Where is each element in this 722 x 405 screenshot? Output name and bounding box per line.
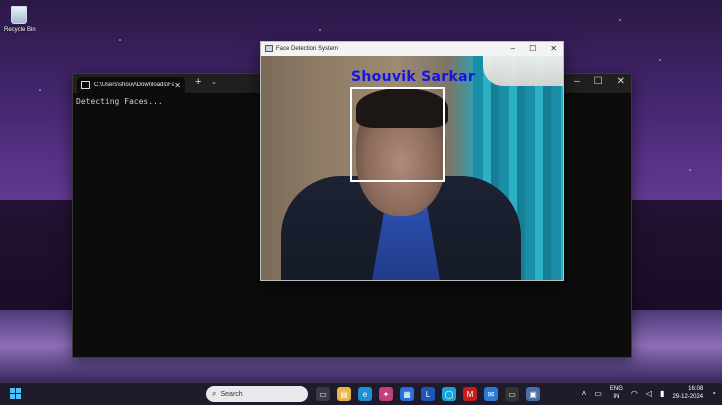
face-bounding-box — [350, 87, 445, 182]
battery-icon[interactable]: ▮ — [660, 389, 664, 398]
recycle-bin-icon — [11, 6, 27, 24]
recycle-bin-label: Recycle Bin — [4, 27, 36, 33]
region-code: IN — [613, 394, 620, 400]
copilot-icon[interactable]: ✦ — [379, 387, 393, 401]
l-app-icon[interactable]: L — [421, 387, 435, 401]
notification-icon[interactable]: ◔ — [711, 389, 716, 398]
tray-app-icon[interactable]: ▭ — [594, 389, 602, 398]
maximize-button[interactable]: ☐ — [529, 42, 536, 55]
app-icon — [265, 45, 273, 52]
taskbar: ⌕ Search ▭ ▤ e ✦ ▦ L ◯ M ✉ ▭ ▣ ˄ ▭ ENG I… — [0, 382, 722, 405]
task-view-icon[interactable]: ▭ — [316, 387, 330, 401]
window-title: Face Detection System — [276, 45, 339, 52]
camera-feed: Shouvik Sarkar — [261, 56, 563, 280]
terminal-tab[interactable]: C:\Users\shouv\Downloads\Fa ✕ — [77, 77, 185, 93]
terminal-icon — [81, 81, 90, 89]
close-button[interactable]: ✕ — [550, 42, 557, 55]
language-indicator[interactable]: ENG IN — [610, 385, 623, 401]
close-button[interactable]: ✕ — [617, 76, 625, 87]
taskbar-search[interactable]: ⌕ Search — [206, 386, 308, 402]
edge-icon[interactable]: e — [358, 387, 372, 401]
desktop-icon-recycle-bin[interactable]: Recycle Bin — [4, 6, 36, 33]
face-name-label: Shouvik Sarkar — [351, 69, 476, 85]
maximize-button[interactable]: ☐ — [594, 76, 603, 87]
terminal-tab-title: C:\Users\shouv\Downloads\Fa — [94, 82, 175, 88]
search-placeholder: Search — [220, 390, 243, 398]
face-detection-window[interactable]: Face Detection System – ☐ ✕ Shouvik Sark… — [260, 41, 564, 281]
face-detection-taskbar-icon[interactable]: ▣ — [526, 387, 540, 401]
alexa-icon[interactable]: ◯ — [442, 387, 456, 401]
terminal-taskbar-icon[interactable]: ▭ — [505, 387, 519, 401]
clock-date: 29-12-2024 — [672, 394, 704, 400]
window-titlebar[interactable]: Face Detection System – ☐ ✕ — [261, 42, 563, 55]
close-tab-icon[interactable]: ✕ — [174, 81, 181, 90]
language-code: ENG — [609, 386, 623, 392]
background-curtain-top — [483, 56, 563, 86]
outlook-icon[interactable]: ✉ — [484, 387, 498, 401]
file-explorer-icon[interactable]: ▤ — [337, 387, 351, 401]
chevron-down-icon[interactable]: ⌄ — [211, 78, 217, 86]
clock[interactable]: 16:08 29-12-2024 — [672, 385, 703, 401]
chevron-up-icon[interactable]: ˄ — [582, 389, 587, 398]
wifi-icon[interactable]: ◠ — [631, 389, 638, 398]
start-button[interactable] — [10, 388, 21, 399]
minimize-button[interactable]: – — [574, 76, 580, 87]
m-app-icon[interactable]: M — [463, 387, 477, 401]
minimize-button[interactable]: – — [511, 42, 515, 55]
volume-icon[interactable]: ◁ — [646, 389, 652, 398]
clock-time: 16:08 — [688, 386, 704, 392]
search-icon: ⌕ — [212, 389, 217, 398]
store-icon[interactable]: ▦ — [400, 387, 414, 401]
new-tab-button[interactable]: + — [195, 76, 201, 88]
